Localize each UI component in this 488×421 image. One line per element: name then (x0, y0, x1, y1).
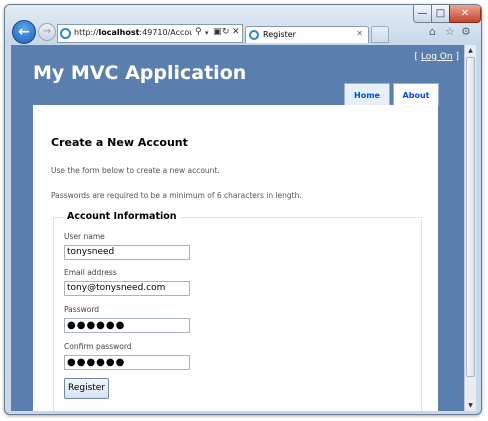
close-button[interactable]: ✕ (449, 5, 481, 23)
scroll-down-icon[interactable]: ▼ (465, 400, 476, 411)
tab-register[interactable]: Register ✕ (245, 26, 369, 43)
logon-bracket-open: [ (414, 52, 418, 62)
logon-bracket-close: ] (455, 52, 459, 62)
confirm-password-input[interactable]: ●●●●●● (64, 355, 190, 370)
password-input[interactable]: ●●●●●● (64, 318, 190, 333)
stop-icon[interactable]: ✕ (232, 27, 240, 37)
favorites-icon[interactable]: ☆ (445, 25, 455, 38)
search-icon[interactable]: ⚲ (195, 27, 202, 37)
menu-about[interactable]: About (393, 83, 439, 106)
scrollbar-thumb[interactable] (466, 57, 475, 377)
arrow-left-icon: ← (18, 24, 30, 40)
main-content: Create a New Account Use the form below … (33, 105, 438, 411)
password-label: Password (64, 305, 100, 314)
vertical-scrollbar[interactable]: ▲ ▼ (464, 45, 476, 411)
username-label: User name (64, 232, 105, 241)
page-viewport: [ Log On ] My MVC Application Home About… (11, 45, 464, 411)
logon-link[interactable]: Log On (421, 52, 453, 62)
title-bar: — □ ✕ ← → http://localhost:49710/Account… (5, 5, 481, 45)
address-bar[interactable]: http://localhost:49710/Account/Regi ⚲ ▾ … (57, 24, 243, 43)
minimize-button[interactable]: — (413, 5, 432, 23)
account-fieldset: Account Information User name tonysneed … (53, 211, 422, 411)
site-title: My MVC Application (33, 62, 247, 84)
register-button[interactable]: Register (64, 378, 109, 399)
refresh-icon[interactable]: ↻ (222, 27, 230, 37)
confirm-password-label: Confirm password (64, 342, 132, 351)
page-heading: Create a New Account (51, 136, 188, 149)
arrow-right-icon: → (42, 26, 52, 37)
forward-button[interactable]: → (38, 23, 56, 41)
settings-icon[interactable]: ⚙ (461, 25, 471, 38)
email-input[interactable]: tony@tonysneed.com (64, 281, 190, 296)
password-requirement-text: Passwords are required to be a minimum o… (51, 191, 302, 200)
address-url[interactable]: http://localhost:49710/Account/Regi (74, 28, 192, 37)
home-icon[interactable]: ⌂ (429, 25, 436, 38)
tab-close-icon[interactable]: ✕ (356, 29, 363, 38)
tab-title: Register (263, 30, 296, 39)
ie-tab-icon (249, 30, 259, 40)
compatibility-icon[interactable]: ▣ (213, 27, 222, 37)
scroll-up-icon[interactable]: ▲ (465, 45, 476, 56)
username-input[interactable]: tonysneed (64, 245, 190, 260)
intro-text: Use the form below to create a new accou… (51, 166, 220, 175)
maximize-button[interactable]: □ (431, 5, 450, 23)
new-tab-button[interactable] (371, 26, 389, 43)
dropdown-icon[interactable]: ▾ (205, 29, 209, 37)
ie-page-icon (60, 28, 71, 39)
browser-window: — □ ✕ ← → http://localhost:49710/Account… (4, 4, 482, 415)
email-label: Email address (64, 268, 117, 277)
fieldset-legend: Account Information (64, 211, 180, 222)
back-button[interactable]: ← (12, 20, 36, 44)
menu-home[interactable]: Home (344, 83, 390, 106)
logon-area: [ Log On ] (414, 52, 459, 62)
